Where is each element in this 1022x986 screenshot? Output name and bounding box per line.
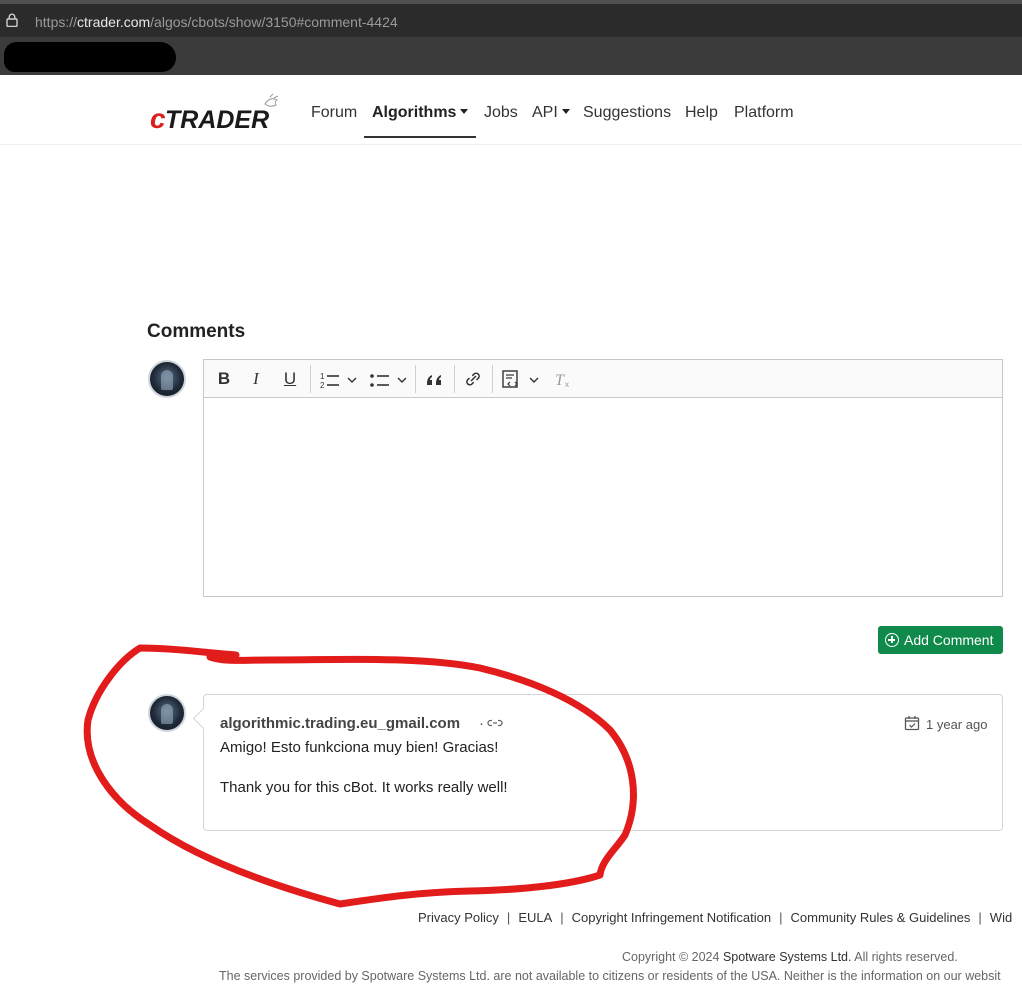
svg-text:T: T: [555, 372, 565, 389]
comments-heading: Comments: [147, 321, 246, 342]
nav-jobs[interactable]: Jobs: [484, 104, 518, 122]
copyright-notice: Copyright © 2024 Spotware Systems Ltd. A…: [622, 950, 958, 964]
avatar: [148, 694, 186, 732]
nav-api[interactable]: API: [532, 104, 570, 122]
footer-links: Privacy Policy | EULA | Copyright Infringeme…: [418, 910, 1012, 925]
italic-icon[interactable]: I: [248, 366, 264, 392]
comment-author[interactable]: algorithmic.trading.eu_gmail.com: [220, 715, 460, 732]
nav-algorithms-label: Algorithms: [372, 104, 457, 121]
avatar: [148, 360, 186, 398]
lock-icon: [6, 13, 18, 27]
toolbar-separator: [492, 365, 493, 393]
redaction-mark: [4, 42, 176, 72]
comment-text: Thank you for this cBot. It works really…: [220, 779, 508, 796]
source-code-icon[interactable]: [500, 366, 542, 392]
footer-link-truncated[interactable]: Wid: [990, 910, 1012, 925]
plus-circle-icon: [885, 633, 899, 647]
comment-text-area[interactable]: [204, 398, 1002, 596]
site-header: c TRADER Forum Algorithms Jobs API Sugge…: [0, 75, 1022, 145]
svg-text:1: 1: [320, 372, 325, 381]
svg-text:TRADER: TRADER: [165, 106, 269, 132]
caret-down-icon: [561, 109, 570, 114]
toolbar-separator: [454, 365, 455, 393]
footer-separator: |: [560, 910, 564, 925]
url-prefix: https://: [35, 14, 78, 30]
numbered-list-icon[interactable]: 1 2: [318, 366, 360, 392]
copyright-suffix: All rights reserved.: [851, 950, 958, 964]
footer-link-privacy[interactable]: Privacy Policy: [418, 910, 499, 925]
footer-link-copyright[interactable]: Copyright Infringement Notification: [572, 910, 771, 925]
footer-link-eula[interactable]: EULA: [518, 910, 552, 925]
address-bar[interactable]: https://ctrader.com/algos/cbots/show/315…: [0, 0, 1022, 37]
url-text[interactable]: https://ctrader.com/algos/cbots/show/315…: [35, 14, 398, 30]
ctrader-logo[interactable]: c TRADER: [150, 92, 290, 132]
nav-algorithms[interactable]: Algorithms: [372, 104, 469, 122]
bold-icon[interactable]: B: [214, 366, 234, 392]
toolbar-separator: [415, 365, 416, 393]
editor-toolbar: B I U 1 2 T x: [204, 360, 1002, 398]
bulleted-list-icon[interactable]: [368, 366, 410, 392]
footer-link-community-rules[interactable]: Community Rules & Guidelines: [791, 910, 971, 925]
comment-timestamp: 1 year ago: [926, 717, 988, 732]
nav-forum[interactable]: Forum: [311, 104, 357, 122]
blockquote-icon[interactable]: [424, 366, 446, 392]
remove-format-icon[interactable]: T x: [552, 366, 574, 392]
active-nav-indicator: [364, 136, 476, 138]
footer-disclaimer: The services provided by Spotware System…: [219, 969, 1001, 983]
comment-text: Amigo! Esto funkciona muy bien! Gracias!: [220, 739, 499, 756]
add-comment-button[interactable]: Add Comment: [878, 626, 1003, 654]
footer-separator: |: [978, 910, 982, 925]
link-icon[interactable]: [462, 366, 484, 392]
toolbar-separator: [310, 365, 311, 393]
add-comment-label: Add Comment: [904, 632, 994, 648]
footer-separator: |: [506, 910, 511, 925]
url-path: /algos/cbots/show/3150#comment-4424: [150, 14, 398, 30]
footer-separator: |: [779, 910, 783, 925]
svg-text:x: x: [565, 380, 569, 389]
svg-text:2: 2: [320, 381, 325, 390]
separator-dot: ·: [479, 715, 484, 732]
permalink-icon[interactable]: [487, 716, 503, 730]
svg-text:c: c: [150, 103, 166, 132]
comment-editor: B I U 1 2 T x: [203, 359, 1003, 597]
copyright-company: Spotware Systems Ltd.: [722, 950, 852, 964]
nav-suggestions[interactable]: Suggestions: [583, 104, 671, 122]
nav-api-label: API: [532, 104, 558, 121]
comment-item: algorithmic.trading.eu_gmail.com · 1 yea…: [203, 694, 1003, 831]
nav-help[interactable]: Help: [685, 104, 718, 122]
caret-down-icon: [460, 109, 469, 114]
nav-platform[interactable]: Platform: [734, 104, 794, 122]
url-host: ctrader.com: [77, 14, 151, 30]
calendar-icon: [904, 716, 920, 731]
underline-icon[interactable]: U: [282, 366, 298, 392]
copyright-prefix: Copyright © 2024: [622, 950, 723, 964]
